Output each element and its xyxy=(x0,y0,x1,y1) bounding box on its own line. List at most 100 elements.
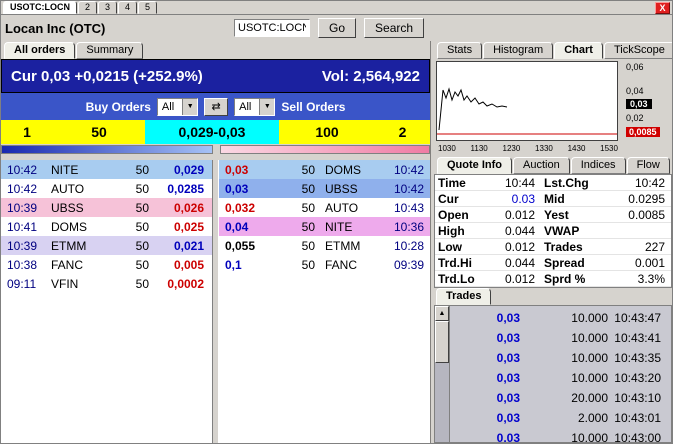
window-tab-4[interactable]: 4 xyxy=(118,1,137,14)
order-book: 10:42 NITE 50 0,029 10:42 AUTO 50 0,0285… xyxy=(1,160,430,443)
window-tab-5[interactable]: 5 xyxy=(138,1,157,14)
market-maker: AUTO xyxy=(47,182,105,196)
trade-row[interactable]: 0,03 10.000 10:43:47 xyxy=(450,308,671,328)
quote-value: 3.3% xyxy=(597,272,671,286)
tab-indices[interactable]: Indices xyxy=(571,157,626,174)
buy-order-row[interactable]: 10:41 DOMS 50 0,025 xyxy=(1,217,212,236)
window-tab-3[interactable]: 3 xyxy=(98,1,117,14)
trade-time: 10:43:01 xyxy=(608,411,671,425)
buy-filter-dropdown[interactable]: All ▼ xyxy=(157,98,198,116)
quote-value: 10:44 xyxy=(481,176,541,190)
trade-row[interactable]: 0,03 2.000 10:43:01 xyxy=(450,408,671,428)
trades-scrollbar[interactable]: ▲ xyxy=(435,306,450,442)
swap-icon: ⇄ xyxy=(212,101,221,113)
scrollbar-track[interactable] xyxy=(435,363,449,442)
order-time: 10:41 xyxy=(1,220,47,234)
trade-price: 0,03 xyxy=(450,411,520,425)
order-time: 10:42 xyxy=(383,163,430,177)
trade-price: 0,03 xyxy=(450,351,520,365)
tab-chart[interactable]: Chart xyxy=(554,42,603,59)
scrollbar-thumb[interactable] xyxy=(435,321,449,363)
y-tick: 0,04 xyxy=(626,86,644,96)
go-button[interactable]: Go xyxy=(318,18,356,38)
quote-value: 10:42 xyxy=(597,176,671,190)
order-size: 50 xyxy=(105,277,155,291)
sell-order-row[interactable]: 0,055 50 ETMM 10:28 xyxy=(219,236,430,255)
volume-value: Vol: 2,564,922 xyxy=(322,68,420,85)
bid-size: 50 xyxy=(53,120,145,144)
symbol-input[interactable] xyxy=(234,19,310,37)
close-icon: X xyxy=(659,3,665,13)
tab-histogram[interactable]: Histogram xyxy=(483,42,553,59)
market-maker: DOMS xyxy=(47,220,105,234)
x-tick: 1530 xyxy=(600,144,618,153)
sell-filter-value: All xyxy=(235,99,259,115)
order-price: 0,03 xyxy=(219,182,277,196)
chart-y-axis: 0,06 0,04 0,03 0,02 0,0085 xyxy=(624,59,672,157)
tab-tickscope[interactable]: TickScope xyxy=(604,42,673,59)
trade-row[interactable]: 0,03 10.000 10:43:20 xyxy=(450,368,671,388)
search-button[interactable]: Search xyxy=(364,18,424,38)
order-time: 10:42 xyxy=(383,182,430,196)
order-price: 0,1 xyxy=(219,258,277,272)
quote-value: 0.012 xyxy=(481,208,541,222)
chevron-down-icon[interactable]: ▼ xyxy=(259,99,274,115)
buy-order-row[interactable]: 10:39 UBSS 50 0,026 xyxy=(1,198,212,217)
trade-row[interactable]: 0,03 20.000 10:43:10 xyxy=(450,388,671,408)
window-tab-usotc-locn[interactable]: USOTC:LOCN xyxy=(3,1,77,14)
sell-order-row[interactable]: 0,03 50 UBSS 10:42 xyxy=(219,179,430,198)
scroll-up-button[interactable]: ▲ xyxy=(435,306,449,321)
orders-panel: All orders Summary Cur 0,03 +0,0215 (+25… xyxy=(1,41,432,443)
quote-value: 0.044 xyxy=(481,256,541,270)
trade-row[interactable]: 0,03 10.000 10:43:35 xyxy=(450,348,671,368)
order-size: 50 xyxy=(105,239,155,253)
chevron-down-icon[interactable]: ▼ xyxy=(182,99,197,115)
tab-auction[interactable]: Auction xyxy=(513,157,570,174)
buy-filter-value: All xyxy=(158,99,182,115)
link-filters-button[interactable]: ⇄ xyxy=(204,98,228,116)
buy-order-row[interactable]: 10:38 FANC 50 0,005 xyxy=(1,255,212,274)
trade-row[interactable]: 0,03 10.000 10:43:41 xyxy=(450,328,671,348)
buy-order-row[interactable]: 10:42 NITE 50 0,029 xyxy=(1,160,212,179)
sell-order-row[interactable]: 0,1 50 FANC 09:39 xyxy=(219,255,430,274)
quote-label: Low xyxy=(435,240,481,254)
price-line xyxy=(439,89,507,130)
quote-info-row: Trd.Lo 0.012 Sprd % 3.3% xyxy=(435,271,671,287)
order-time: 09:39 xyxy=(383,258,430,272)
market-maker: VFIN xyxy=(47,277,105,291)
order-time: 10:43 xyxy=(383,201,430,215)
trade-row[interactable]: 0,03 10.000 10:43:00 xyxy=(450,428,671,443)
market-maker: FANC xyxy=(321,258,383,272)
buy-order-row[interactable]: 10:39 ETMM 50 0,021 xyxy=(1,236,212,255)
market-maker: UBSS xyxy=(47,201,105,215)
quote-value: 0.0295 xyxy=(597,192,671,206)
chart-plot-area xyxy=(436,61,618,141)
tab-stats[interactable]: Stats xyxy=(437,42,482,59)
tab-quote-info[interactable]: Quote Info xyxy=(437,157,512,174)
tab-all-orders[interactable]: All orders xyxy=(4,42,75,59)
ask-size: 100 xyxy=(279,120,375,144)
quote-value: 0.001 xyxy=(597,256,671,270)
buy-order-row[interactable]: 09:11 VFIN 50 0,0002 xyxy=(1,274,212,293)
trade-time: 10:43:47 xyxy=(608,311,671,325)
quote-label: Time xyxy=(435,176,481,190)
tab-summary[interactable]: Summary xyxy=(76,42,143,59)
tab-flow[interactable]: Flow xyxy=(627,157,670,174)
order-size: 50 xyxy=(277,220,321,234)
sell-order-row[interactable]: 0,032 50 AUTO 10:43 xyxy=(219,198,430,217)
tab-trades[interactable]: Trades xyxy=(436,288,491,305)
sell-filter-dropdown[interactable]: All ▼ xyxy=(234,98,275,116)
close-button[interactable]: X xyxy=(655,2,670,14)
order-time: 10:39 xyxy=(1,239,47,253)
window-tab-2[interactable]: 2 xyxy=(78,1,97,14)
order-price: 0,025 xyxy=(155,220,212,234)
market-maker: FANC xyxy=(47,258,105,272)
order-price: 0,0285 xyxy=(155,182,212,196)
sell-order-row[interactable]: 0,04 50 NITE 10:36 xyxy=(219,217,430,236)
order-price: 0,021 xyxy=(155,239,212,253)
orders-panel-tabs: All orders Summary xyxy=(1,41,430,59)
market-maker: DOMS xyxy=(321,163,383,177)
sell-order-row[interactable]: 0,03 50 DOMS 10:42 xyxy=(219,160,430,179)
buy-order-row[interactable]: 10:42 AUTO 50 0,0285 xyxy=(1,179,212,198)
bid-count: 1 xyxy=(1,120,53,144)
